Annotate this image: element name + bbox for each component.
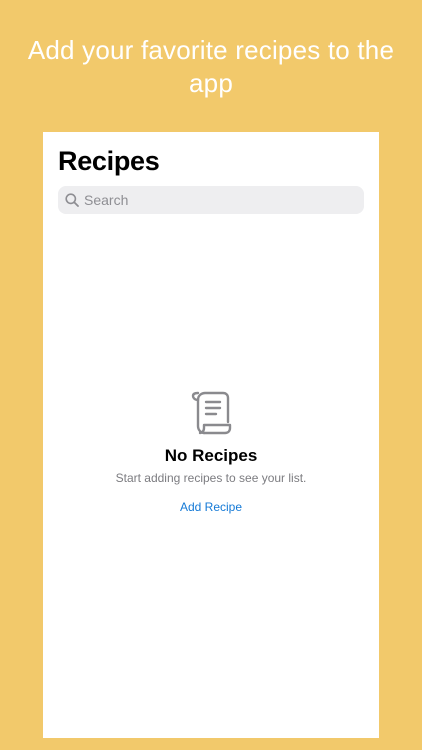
search-icon xyxy=(65,193,79,207)
scroll-icon xyxy=(189,390,233,436)
add-recipe-button[interactable]: Add Recipe xyxy=(180,500,242,514)
empty-state-subtitle: Start adding recipes to see your list. xyxy=(115,471,307,485)
page-title: Recipes xyxy=(58,146,160,176)
promo-headline: Add your favorite recipes to the app xyxy=(27,35,395,98)
search-field[interactable]: Search xyxy=(58,186,364,214)
search-placeholder: Search xyxy=(84,192,129,208)
empty-state: No Recipes Start adding recipes to see y… xyxy=(43,390,379,516)
empty-state-title: No Recipes xyxy=(164,446,258,465)
phone-screen: Recipes Search No Recipes Start adding r… xyxy=(43,132,379,738)
